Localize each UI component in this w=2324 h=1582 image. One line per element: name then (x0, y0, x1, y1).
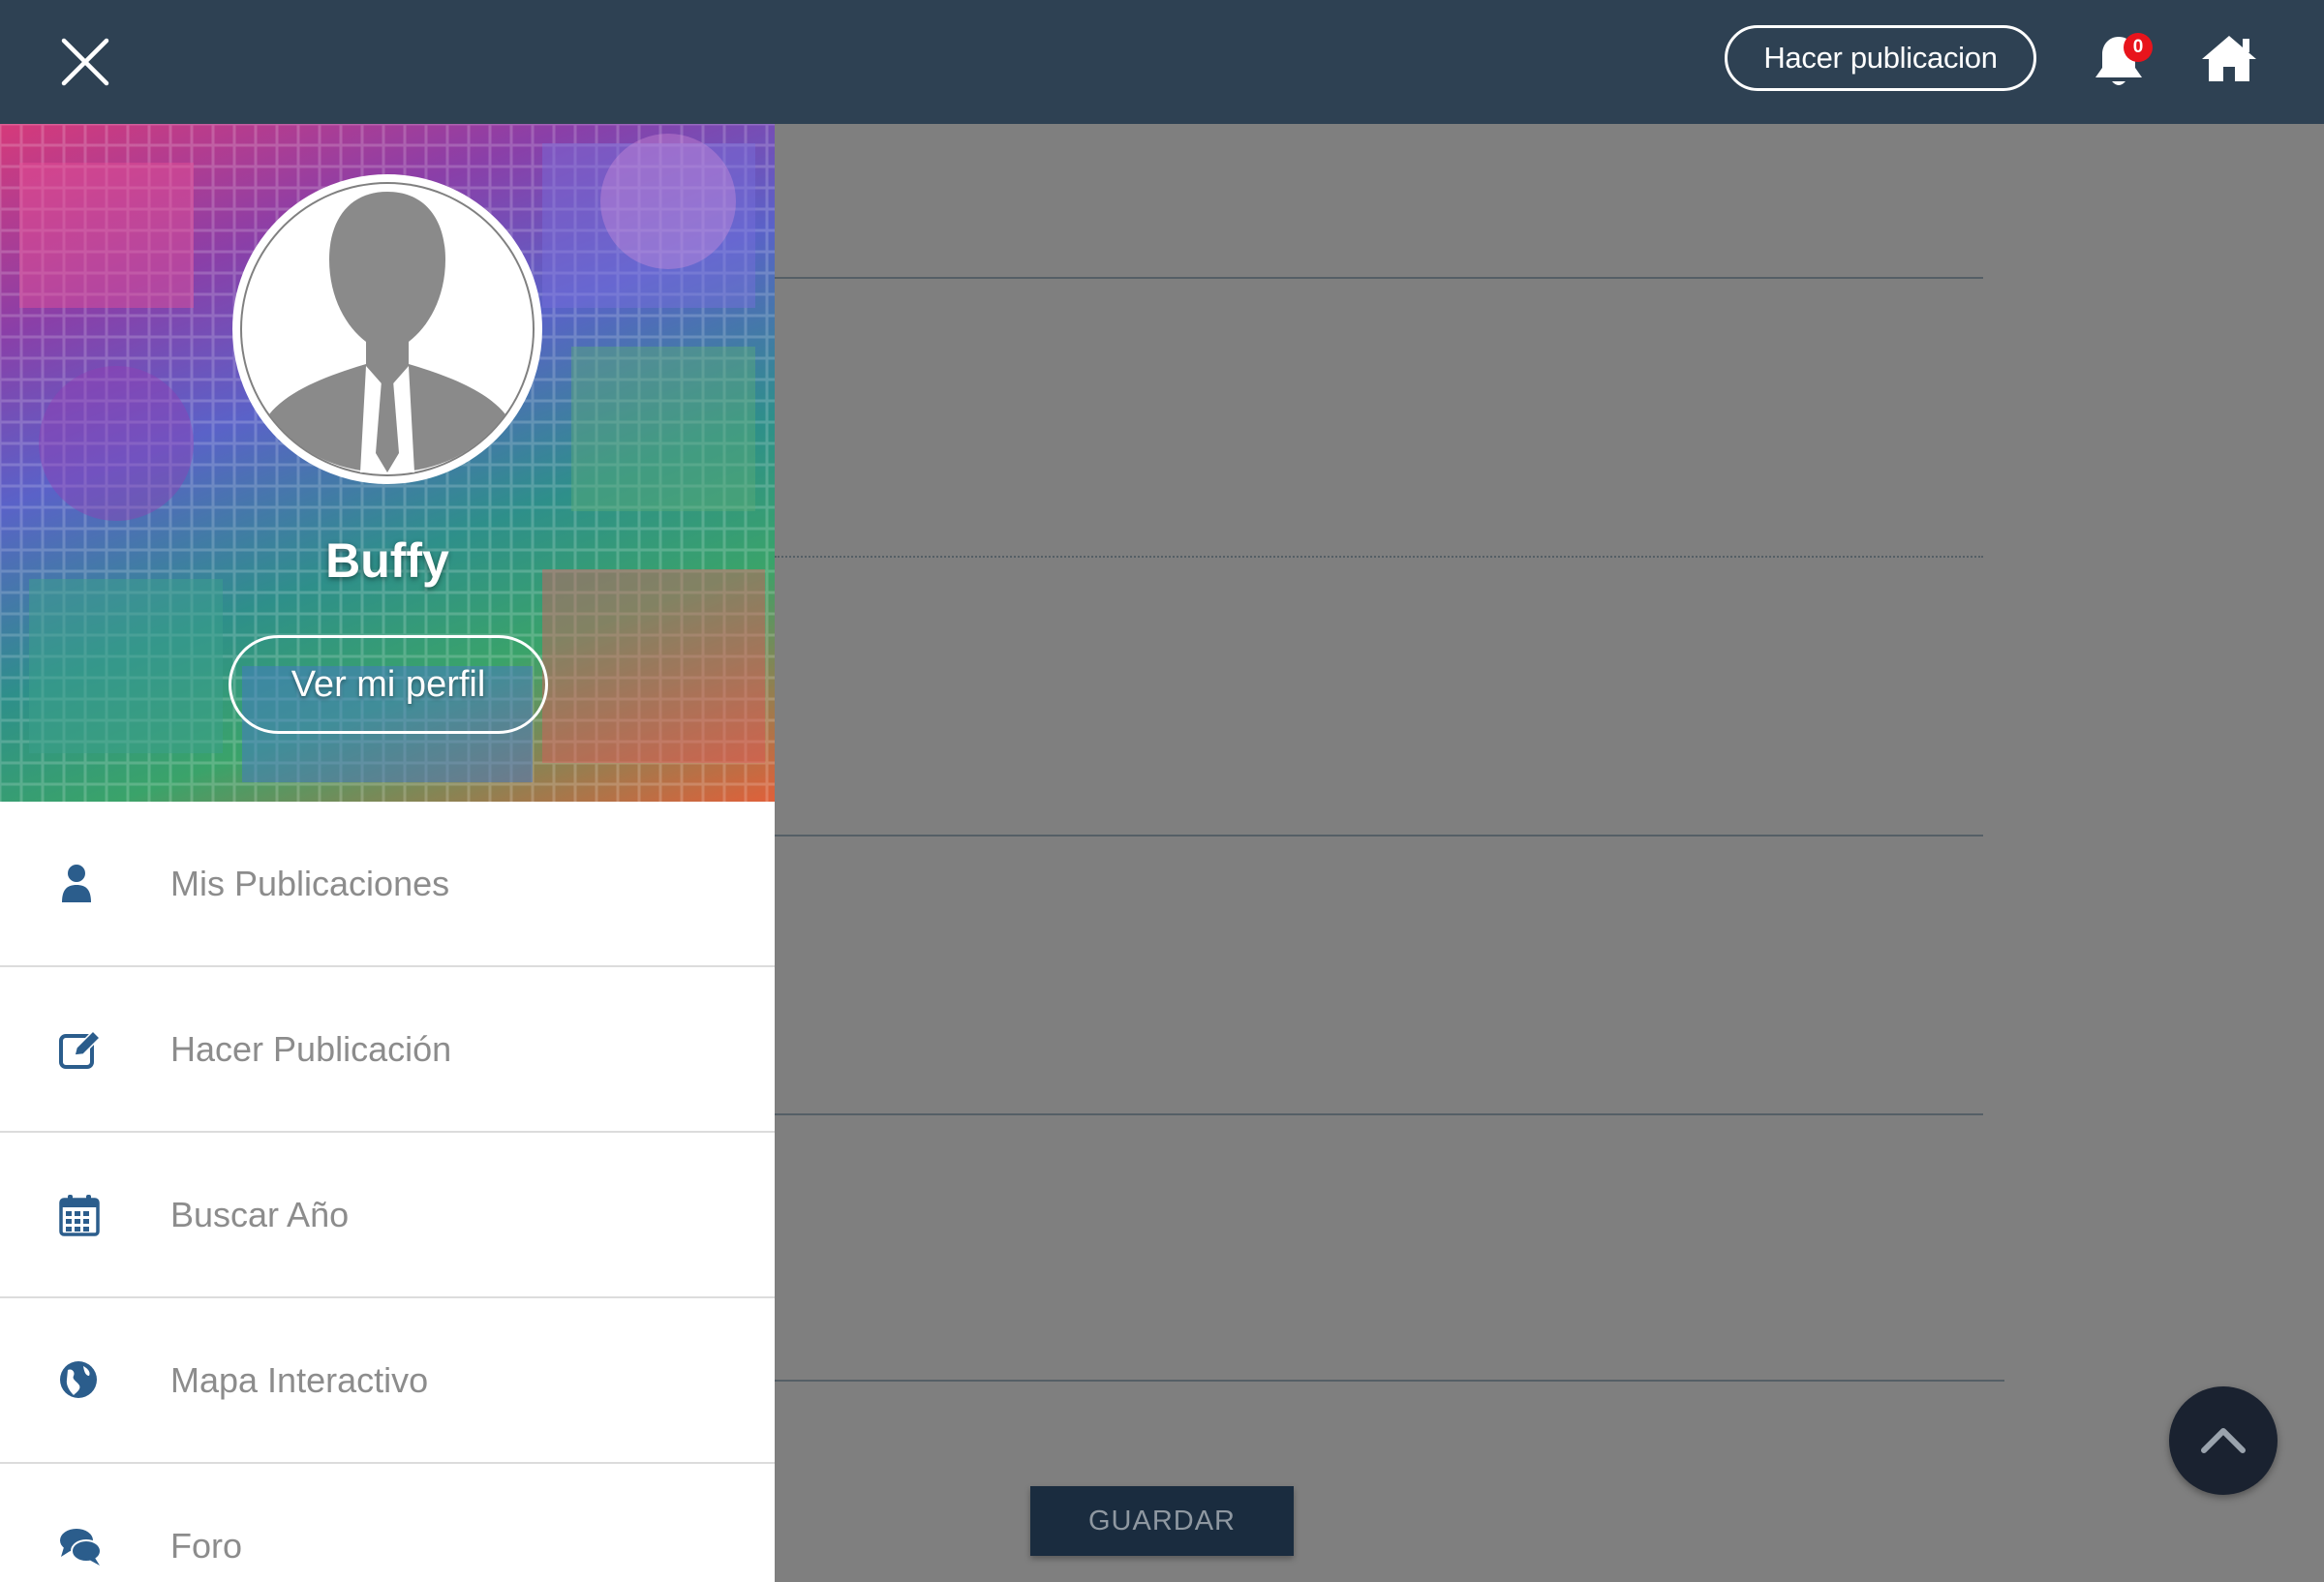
form-field-underline[interactable] (775, 556, 1983, 558)
menu-item-hacer-publicacion[interactable]: Hacer Publicación (0, 967, 775, 1133)
drawer-menu: Mis Publicaciones Hacer Publicación Busc… (0, 802, 775, 1582)
top-navbar: Hacer publicacion 0 (0, 0, 2324, 124)
menu-item-label: Mis Publicaciones (170, 863, 450, 903)
menu-item-label: Foro (170, 1525, 243, 1566)
comments-icon (58, 1524, 103, 1568)
chevron-up-icon (2201, 1428, 2246, 1453)
menu-item-label: Hacer Publicación (170, 1028, 452, 1069)
make-post-button[interactable]: Hacer publicacion (1725, 25, 2036, 91)
menu-item-label: Buscar Año (170, 1194, 350, 1234)
globe-icon (58, 1358, 103, 1403)
menu-item-mis-publicaciones[interactable]: Mis Publicaciones (0, 802, 775, 967)
side-drawer: Buffy Ver mi perfil Mis Publicaciones Ha… (0, 124, 775, 1582)
form-field-underline[interactable] (775, 1380, 2004, 1382)
edit-icon (58, 1027, 103, 1072)
calendar-icon (58, 1193, 103, 1237)
form-field-underline[interactable] (775, 1113, 1983, 1115)
notification-count-badge: 0 (2124, 33, 2153, 62)
save-button[interactable]: GUARDAR (1030, 1486, 1294, 1556)
avatar[interactable] (232, 174, 542, 484)
form-field-underline[interactable] (775, 277, 1983, 279)
menu-item-label: Mapa Interactivo (170, 1359, 429, 1400)
username-label: Buffy (325, 533, 449, 588)
default-user-avatar-icon (240, 182, 535, 476)
drawer-header-banner: Buffy Ver mi perfil (0, 124, 775, 802)
form-field-underline[interactable] (775, 835, 1983, 837)
menu-item-mapa-interactivo[interactable]: Mapa Interactivo (0, 1298, 775, 1464)
menu-item-buscar-ano[interactable]: Buscar Año (0, 1133, 775, 1298)
menu-item-foro[interactable]: Foro (0, 1464, 775, 1582)
user-icon (58, 862, 103, 906)
home-icon[interactable] (2200, 33, 2258, 83)
scroll-to-top-button[interactable] (2169, 1386, 2278, 1495)
close-icon[interactable] (54, 31, 116, 93)
view-profile-button[interactable]: Ver mi perfil (229, 635, 548, 734)
